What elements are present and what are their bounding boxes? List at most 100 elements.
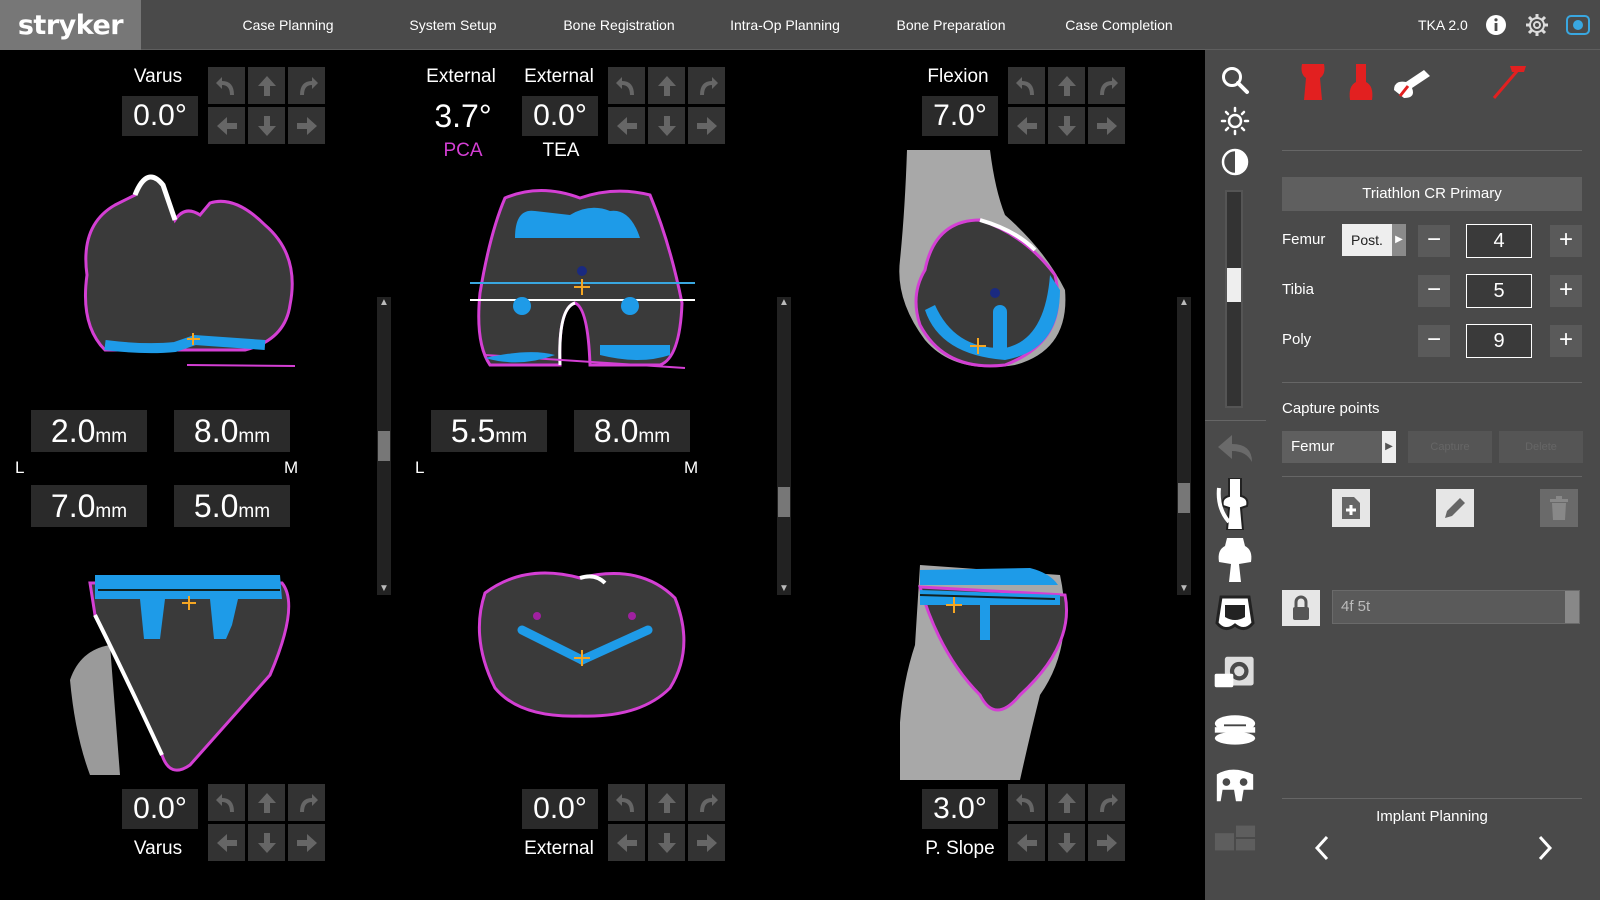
tibia-sagittal-view[interactable] <box>900 565 1090 785</box>
scroll-up-icon[interactable]: ▲ <box>378 297 390 309</box>
scroll-thumb[interactable] <box>1178 483 1190 513</box>
move-up-button[interactable] <box>248 67 285 104</box>
move-right-button[interactable] <box>288 824 325 861</box>
tibia-bone-icon[interactable] <box>1346 62 1376 102</box>
move-left-button[interactable] <box>608 107 645 144</box>
move-up-button[interactable] <box>248 784 285 821</box>
femur-increase-button[interactable]: + <box>1550 225 1582 257</box>
delete-button[interactable]: Delete <box>1499 431 1583 463</box>
poly-decrease-button[interactable]: − <box>1418 325 1450 357</box>
move-right-button[interactable] <box>288 107 325 144</box>
femur-decrease-button[interactable]: − <box>1418 225 1450 257</box>
move-left-button[interactable] <box>208 107 245 144</box>
tab-bone-registration[interactable]: Bone Registration <box>548 0 690 50</box>
brightness-button[interactable] <box>1213 99 1257 143</box>
layout-button[interactable] <box>1213 818 1257 858</box>
scroll-down-icon[interactable]: ▼ <box>1178 583 1190 595</box>
camera-icon[interactable] <box>1566 13 1590 37</box>
move-down-button[interactable] <box>648 107 685 144</box>
rotate-ccw-button[interactable] <box>608 67 645 104</box>
middle-panel-scrollbar[interactable]: ▲ ▼ <box>777 297 791 595</box>
rotate-cw-button[interactable] <box>688 784 725 821</box>
tab-case-completion[interactable]: Case Completion <box>1043 0 1195 50</box>
scroll-up-icon[interactable]: ▲ <box>778 297 790 309</box>
move-up-button[interactable] <box>1048 67 1085 104</box>
move-right-button[interactable] <box>1088 107 1125 144</box>
info-icon[interactable] <box>1484 13 1508 37</box>
tab-system-setup[interactable]: System Setup <box>383 0 523 50</box>
tibia-axial-view[interactable] <box>470 568 695 738</box>
femur-medial-posterior-mm: 8.0mm <box>574 410 690 452</box>
move-down-button[interactable] <box>1048 824 1085 861</box>
slider-thumb[interactable] <box>1227 268 1241 302</box>
femur-bone-icon[interactable] <box>1298 62 1328 102</box>
move-up-button[interactable] <box>648 784 685 821</box>
rotate-ccw-button[interactable] <box>1008 784 1045 821</box>
move-right-button[interactable] <box>688 824 725 861</box>
scroll-down-icon[interactable]: ▼ <box>378 583 390 595</box>
tibia-implant-button[interactable] <box>1213 591 1257 639</box>
move-up-button[interactable] <box>648 67 685 104</box>
tab-case-planning[interactable]: Case Planning <box>218 0 358 50</box>
femur-axial-view[interactable] <box>470 183 705 378</box>
scroll-thumb[interactable] <box>378 431 390 461</box>
chevron-left-icon[interactable] <box>1311 833 1335 863</box>
rotate-cw-button[interactable] <box>1088 67 1125 104</box>
femur-coronal-view[interactable] <box>75 165 305 380</box>
product-name[interactable]: Triathlon CR Primary <box>1282 177 1582 211</box>
femur-option-select[interactable]: Post. ▶ <box>1342 224 1406 256</box>
tibial-tray-button[interactable] <box>1213 760 1257 808</box>
tibia-decrease-button[interactable]: − <box>1418 275 1450 307</box>
zoom-button[interactable] <box>1213 58 1257 102</box>
move-down-button[interactable] <box>248 107 285 144</box>
move-down-button[interactable] <box>248 824 285 861</box>
rotate-ccw-button[interactable] <box>608 784 645 821</box>
add-note-button[interactable] <box>1332 489 1370 527</box>
probe-tool-icon[interactable] <box>1488 58 1530 102</box>
edit-note-button[interactable] <box>1436 489 1474 527</box>
femur-sagittal-view[interactable] <box>895 150 1095 375</box>
scroll-up-icon[interactable]: ▲ <box>1178 297 1190 309</box>
move-right-button[interactable] <box>688 107 725 144</box>
rotate-cw-button[interactable] <box>688 67 725 104</box>
move-left-button[interactable] <box>1008 824 1045 861</box>
move-left-button[interactable] <box>208 824 245 861</box>
contrast-button[interactable] <box>1213 140 1257 184</box>
rotate-cw-button[interactable] <box>288 784 325 821</box>
ct-view-button[interactable] <box>1213 648 1257 696</box>
poly-insert-button[interactable] <box>1213 705 1257 753</box>
move-right-button[interactable] <box>1088 824 1125 861</box>
undo-button[interactable] <box>1213 426 1257 470</box>
knee-view-button[interactable] <box>1213 478 1257 530</box>
move-up-button[interactable] <box>1048 784 1085 821</box>
delete-note-button[interactable] <box>1540 489 1578 527</box>
capture-button[interactable]: Capture <box>1408 431 1492 463</box>
lock-button[interactable] <box>1282 590 1320 626</box>
move-down-button[interactable] <box>1048 107 1085 144</box>
rotate-cw-button[interactable] <box>288 67 325 104</box>
note-field[interactable]: 4f 5t <box>1332 590 1580 624</box>
note-scrollbar[interactable] <box>1565 591 1579 623</box>
tibia-increase-button[interactable]: + <box>1550 275 1582 307</box>
femur-implant-button[interactable] <box>1213 535 1257 587</box>
rotate-ccw-button[interactable] <box>1008 67 1045 104</box>
capture-bone-select[interactable]: Femur ▶ <box>1282 431 1396 463</box>
left-panel-scrollbar[interactable]: ▲ ▼ <box>377 297 391 595</box>
tab-intra-op-planning[interactable]: Intra-Op Planning <box>712 0 858 50</box>
move-down-button[interactable] <box>648 824 685 861</box>
tibia-coronal-view[interactable] <box>70 565 300 780</box>
move-left-button[interactable] <box>608 824 645 861</box>
rotate-cw-button[interactable] <box>1088 784 1125 821</box>
scroll-thumb[interactable] <box>778 487 790 517</box>
right-view-scrollbar[interactable]: ▲ ▼ <box>1177 297 1191 595</box>
window-level-slider[interactable] <box>1225 190 1243 408</box>
gear-icon[interactable] <box>1525 13 1549 37</box>
poly-increase-button[interactable]: + <box>1550 325 1582 357</box>
rotate-ccw-button[interactable] <box>208 67 245 104</box>
move-left-button[interactable] <box>1008 107 1045 144</box>
rotate-ccw-button[interactable] <box>208 784 245 821</box>
chevron-right-icon[interactable] <box>1532 833 1556 863</box>
scroll-down-icon[interactable]: ▼ <box>778 583 790 595</box>
saw-tool-icon[interactable] <box>1390 66 1432 100</box>
tab-bone-preparation[interactable]: Bone Preparation <box>876 0 1026 50</box>
